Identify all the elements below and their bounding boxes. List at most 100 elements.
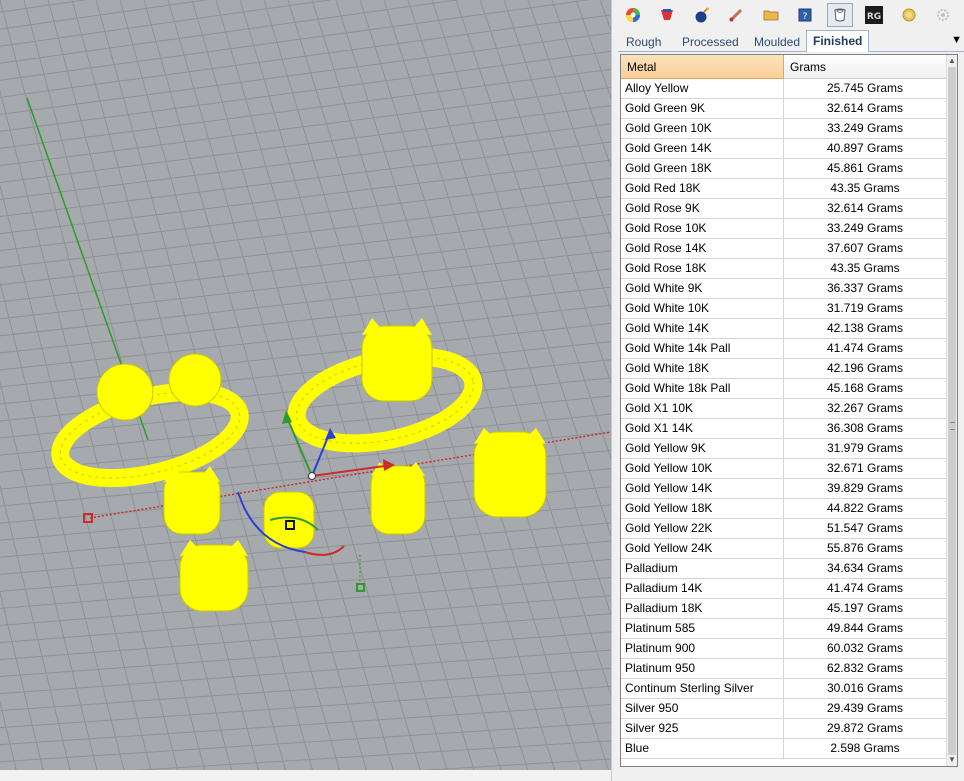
cell-grams[interactable]: 44.822 Grams (784, 499, 947, 518)
cell-metal[interactable]: Gold Yellow 22K (621, 519, 784, 538)
table-row[interactable]: Gold Yellow 24K 55.876 Grams (621, 539, 947, 559)
cell-grams[interactable]: 51.547 Grams (784, 519, 947, 538)
cell-metal[interactable]: Alloy Yellow (621, 79, 784, 98)
cell-grams[interactable]: 36.308 Grams (784, 419, 947, 438)
brush-icon[interactable] (724, 3, 750, 27)
table-row[interactable]: Gold White 18k Pall 45.168 Grams (621, 379, 947, 399)
cell-grams[interactable]: 41.474 Grams (784, 579, 947, 598)
column-header-metal[interactable]: Metal (621, 55, 784, 79)
table-row[interactable]: Continum Sterling Silver 30.016 Grams (621, 679, 947, 699)
render-icon[interactable] (655, 3, 681, 27)
viewport-3d[interactable] (0, 0, 611, 770)
table-row[interactable]: Gold White 14K 42.138 Grams (621, 319, 947, 339)
ring-left[interactable] (51, 353, 249, 494)
cell-metal[interactable]: Gold White 14k Pall (621, 339, 784, 358)
cell-metal[interactable]: Platinum 950 (621, 659, 784, 678)
table-row[interactable]: Gold Yellow 10K 32.671 Grams (621, 459, 947, 479)
cell-metal[interactable]: Gold Rose 9K (621, 199, 784, 218)
cell-grams[interactable]: 60.032 Grams (784, 639, 947, 658)
rg-logo-icon[interactable]: RG (862, 3, 888, 27)
color-wheel-icon[interactable] (620, 3, 646, 27)
cell-grams[interactable]: 29.872 Grams (784, 719, 947, 738)
table-row[interactable]: Platinum 585 49.844 Grams (621, 619, 947, 639)
table-row[interactable]: Gold Rose 10K 33.249 Grams (621, 219, 947, 239)
table-row[interactable]: Palladium 14K 41.474 Grams (621, 579, 947, 599)
cell-metal[interactable]: Gold Yellow 24K (621, 539, 784, 558)
cell-grams[interactable]: 62.832 Grams (784, 659, 947, 678)
table-row[interactable]: Gold Yellow 18K 44.822 Grams (621, 499, 947, 519)
cell-grams[interactable]: 41.474 Grams (784, 339, 947, 358)
folder-icon[interactable] (758, 3, 784, 27)
bomb-icon[interactable] (689, 3, 715, 27)
cell-grams[interactable]: 42.138 Grams (784, 319, 947, 338)
cell-metal[interactable]: Palladium (621, 559, 784, 578)
table-row[interactable]: Gold Red 18K 43.35 Grams (621, 179, 947, 199)
cell-grams[interactable]: 42.196 Grams (784, 359, 947, 378)
table-row[interactable]: Gold Rose 14K 37.607 Grams (621, 239, 947, 259)
cell-metal[interactable]: Gold Rose 10K (621, 219, 784, 238)
cell-grams[interactable]: 33.249 Grams (784, 119, 947, 138)
table-row[interactable]: Gold Green 10K 33.249 Grams (621, 119, 947, 139)
cell-grams[interactable]: 2.598 Grams (784, 739, 947, 758)
cell-grams[interactable]: 29.439 Grams (784, 699, 947, 718)
cell-metal[interactable]: Gold Yellow 18K (621, 499, 784, 518)
table-row[interactable]: Blue 2.598 Grams (621, 739, 947, 759)
cell-grams[interactable]: 31.979 Grams (784, 439, 947, 458)
table-row[interactable]: Gold White 18K 42.196 Grams (621, 359, 947, 379)
table-row[interactable]: Alloy Yellow 25.745 Grams (621, 79, 947, 99)
table-row[interactable]: Gold Green 18K 45.861 Grams (621, 159, 947, 179)
cell-metal[interactable]: Gold White 10K (621, 299, 784, 318)
tab-dropdown-arrow-icon[interactable]: ▼ (951, 34, 962, 46)
cell-metal[interactable]: Palladium 18K (621, 599, 784, 618)
cell-metal[interactable]: Gold Rose 18K (621, 259, 784, 278)
cell-metal[interactable]: Platinum 900 (621, 639, 784, 658)
cell-metal[interactable]: Gold Green 18K (621, 159, 784, 178)
cell-metal[interactable]: Gold X1 10K (621, 399, 784, 418)
cell-metal[interactable]: Gold Green 14K (621, 139, 784, 158)
cell-metal[interactable]: Gold X1 14K (621, 419, 784, 438)
cell-grams[interactable]: 32.267 Grams (784, 399, 947, 418)
cell-metal[interactable]: Silver 950 (621, 699, 784, 718)
cell-metal[interactable]: Gold White 18k Pall (621, 379, 784, 398)
earring-left[interactable] (163, 466, 221, 535)
table-row[interactable]: Gold Green 14K 40.897 Grams (621, 139, 947, 159)
cell-metal[interactable]: Gold Yellow 10K (621, 459, 784, 478)
table-row[interactable]: Gold Yellow 14K 39.829 Grams (621, 479, 947, 499)
table-row[interactable]: Silver 925 29.872 Grams (621, 719, 947, 739)
cell-grams[interactable]: 55.876 Grams (784, 539, 947, 558)
cell-grams[interactable]: 33.249 Grams (784, 219, 947, 238)
vertical-scrollbar[interactable]: ▲ ▼ (946, 55, 957, 766)
scrollbar-thumb[interactable] (948, 67, 956, 755)
table-row[interactable]: Gold Yellow 9K 31.979 Grams (621, 439, 947, 459)
gold-coin-icon[interactable] (896, 3, 922, 27)
cell-grams[interactable]: 39.829 Grams (784, 479, 947, 498)
cell-metal[interactable]: Continum Sterling Silver (621, 679, 784, 698)
cell-metal[interactable]: Gold Yellow 9K (621, 439, 784, 458)
cell-metal[interactable]: Blue (621, 739, 784, 758)
table-row[interactable]: Gold White 14k Pall 41.474 Grams (621, 339, 947, 359)
cell-metal[interactable]: Gold White 18K (621, 359, 784, 378)
table-row[interactable]: Palladium 18K 45.197 Grams (621, 599, 947, 619)
table-row[interactable]: Gold Rose 9K 32.614 Grams (621, 199, 947, 219)
table-row[interactable]: Gold Green 9K 32.614 Grams (621, 99, 947, 119)
table-row[interactable]: Gold X1 10K 32.267 Grams (621, 399, 947, 419)
tab-moulded[interactable]: Moulded (748, 32, 806, 52)
cell-metal[interactable]: Gold White 9K (621, 279, 784, 298)
table-row[interactable]: Gold X1 14K 36.308 Grams (621, 419, 947, 439)
pendant-bottom-left[interactable] (179, 540, 249, 612)
earring-mid-right[interactable] (370, 462, 426, 535)
table-row[interactable]: Gold Rose 18K 43.35 Grams (621, 259, 947, 279)
cell-grams[interactable]: 25.745 Grams (784, 79, 947, 98)
tab-processed[interactable]: Processed (676, 32, 745, 52)
cell-grams[interactable]: 40.897 Grams (784, 139, 947, 158)
table-row[interactable]: Silver 950 29.439 Grams (621, 699, 947, 719)
tab-finished[interactable]: Finished (806, 30, 870, 52)
table-row[interactable]: Gold White 10K 31.719 Grams (621, 299, 947, 319)
table-row[interactable]: Platinum 900 60.032 Grams (621, 639, 947, 659)
cell-metal[interactable]: Gold Yellow 14K (621, 479, 784, 498)
cell-metal[interactable]: Gold Green 10K (621, 119, 784, 138)
table-row[interactable]: Gold Yellow 22K 51.547 Grams (621, 519, 947, 539)
cell-grams[interactable]: 45.168 Grams (784, 379, 947, 398)
cell-grams[interactable]: 45.197 Grams (784, 599, 947, 618)
cell-grams[interactable]: 43.35 Grams (784, 179, 947, 198)
